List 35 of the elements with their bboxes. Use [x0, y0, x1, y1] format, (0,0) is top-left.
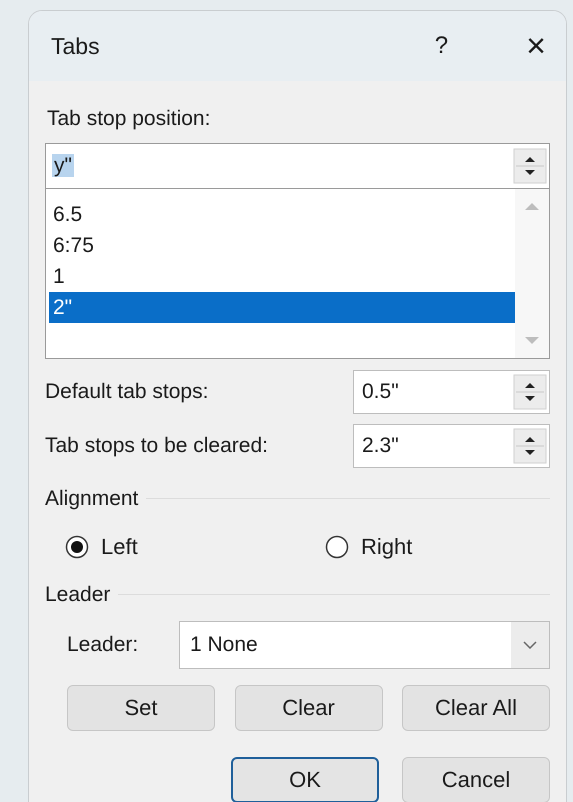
default-tab-stops-field[interactable]: 0.5": [353, 370, 550, 414]
list-item[interactable]: 2": [49, 292, 515, 322]
radio-label: Left: [101, 533, 138, 561]
field-label: Tab stops to be cleared:: [45, 432, 269, 459]
field-value: y": [52, 154, 74, 177]
tab-stop-list[interactable]: 6.5 6:75 1 2": [45, 188, 550, 358]
cancel-button[interactable]: Cancel: [402, 756, 550, 802]
spin-arrows-icon[interactable]: [513, 374, 547, 410]
field-label: Default tab stops:: [45, 378, 210, 405]
list-item[interactable]: 6:75: [49, 230, 515, 260]
spin-arrows-icon[interactable]: [513, 148, 547, 184]
radio-button[interactable]: [65, 534, 89, 558]
chevron-down-icon: [523, 640, 537, 648]
spin-arrows-icon[interactable]: [513, 428, 547, 464]
help-button[interactable]: ?: [434, 28, 448, 64]
clear-all-button[interactable]: Clear All: [402, 684, 550, 730]
dropdown-value: 1 None: [190, 632, 259, 658]
field-value: 0.5": [362, 378, 400, 405]
group-heading: Alignment: [45, 486, 138, 512]
tab-stop-position-field[interactable]: y": [45, 142, 550, 188]
list-item[interactable]: 1: [49, 260, 515, 292]
list-item[interactable]: 6.5: [49, 198, 515, 230]
field-label: Leader:: [67, 632, 140, 658]
field-label: Tab stop position:: [46, 106, 212, 132]
ok-button[interactable]: OK: [231, 756, 379, 802]
field-value: 2.3": [362, 432, 400, 459]
window-title: Tabs: [51, 32, 100, 61]
clear-button[interactable]: Clear: [234, 684, 382, 730]
set-button[interactable]: Set: [67, 684, 215, 730]
radio-button[interactable]: [325, 534, 349, 558]
radio-label: Right: [361, 533, 412, 561]
close-button[interactable]: ×: [526, 29, 546, 63]
group-heading: Leader: [45, 582, 110, 608]
leader-dropdown[interactable]: 1 None: [179, 620, 550, 668]
tab-stops-cleared-field[interactable]: 2.3": [353, 424, 550, 468]
